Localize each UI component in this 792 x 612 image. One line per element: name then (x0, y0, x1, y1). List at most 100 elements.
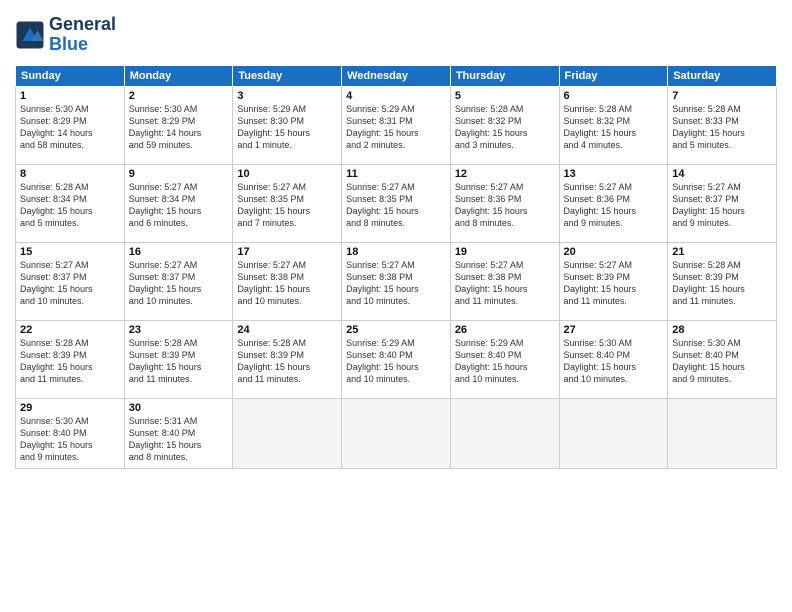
day-number: 24 (237, 324, 337, 336)
logo-text: General Blue (49, 15, 116, 55)
calendar-cell: 4Sunrise: 5:29 AM Sunset: 8:31 PM Daylig… (342, 86, 451, 164)
calendar-cell: 9Sunrise: 5:27 AM Sunset: 8:34 PM Daylig… (124, 164, 233, 242)
day-info: Sunrise: 5:28 AM Sunset: 8:39 PM Dayligh… (237, 337, 337, 386)
day-number: 8 (20, 168, 120, 180)
day-info: Sunrise: 5:27 AM Sunset: 8:37 PM Dayligh… (672, 181, 772, 230)
calendar-cell: 10Sunrise: 5:27 AM Sunset: 8:35 PM Dayli… (233, 164, 342, 242)
day-header-tuesday: Tuesday (233, 65, 342, 86)
day-info: Sunrise: 5:29 AM Sunset: 8:40 PM Dayligh… (346, 337, 446, 386)
day-header-sunday: Sunday (16, 65, 125, 86)
day-number: 6 (564, 90, 664, 102)
day-number: 20 (564, 246, 664, 258)
day-header-saturday: Saturday (668, 65, 777, 86)
day-number: 28 (672, 324, 772, 336)
day-number: 16 (129, 246, 229, 258)
calendar-cell: 6Sunrise: 5:28 AM Sunset: 8:32 PM Daylig… (559, 86, 668, 164)
calendar-cell: 29Sunrise: 5:30 AM Sunset: 8:40 PM Dayli… (16, 398, 125, 468)
day-info: Sunrise: 5:28 AM Sunset: 8:33 PM Dayligh… (672, 103, 772, 152)
calendar-cell (342, 398, 451, 468)
calendar-cell: 18Sunrise: 5:27 AM Sunset: 8:38 PM Dayli… (342, 242, 451, 320)
day-number: 27 (564, 324, 664, 336)
day-info: Sunrise: 5:27 AM Sunset: 8:38 PM Dayligh… (237, 259, 337, 308)
page-header: General Blue (15, 15, 777, 55)
day-number: 1 (20, 90, 120, 102)
day-header-friday: Friday (559, 65, 668, 86)
day-number: 3 (237, 90, 337, 102)
day-info: Sunrise: 5:28 AM Sunset: 8:39 PM Dayligh… (20, 337, 120, 386)
day-number: 7 (672, 90, 772, 102)
calendar-cell (668, 398, 777, 468)
day-info: Sunrise: 5:27 AM Sunset: 8:38 PM Dayligh… (455, 259, 555, 308)
day-info: Sunrise: 5:30 AM Sunset: 8:29 PM Dayligh… (20, 103, 120, 152)
calendar-cell: 5Sunrise: 5:28 AM Sunset: 8:32 PM Daylig… (450, 86, 559, 164)
calendar-cell: 28Sunrise: 5:30 AM Sunset: 8:40 PM Dayli… (668, 320, 777, 398)
day-info: Sunrise: 5:27 AM Sunset: 8:36 PM Dayligh… (564, 181, 664, 230)
calendar-cell: 24Sunrise: 5:28 AM Sunset: 8:39 PM Dayli… (233, 320, 342, 398)
day-info: Sunrise: 5:27 AM Sunset: 8:35 PM Dayligh… (346, 181, 446, 230)
day-info: Sunrise: 5:30 AM Sunset: 8:40 PM Dayligh… (672, 337, 772, 386)
calendar-cell: 8Sunrise: 5:28 AM Sunset: 8:34 PM Daylig… (16, 164, 125, 242)
day-header-thursday: Thursday (450, 65, 559, 86)
day-number: 9 (129, 168, 229, 180)
calendar-cell: 15Sunrise: 5:27 AM Sunset: 8:37 PM Dayli… (16, 242, 125, 320)
day-info: Sunrise: 5:29 AM Sunset: 8:31 PM Dayligh… (346, 103, 446, 152)
calendar-cell: 3Sunrise: 5:29 AM Sunset: 8:30 PM Daylig… (233, 86, 342, 164)
day-info: Sunrise: 5:28 AM Sunset: 8:39 PM Dayligh… (129, 337, 229, 386)
logo-icon (15, 20, 45, 50)
day-number: 12 (455, 168, 555, 180)
day-info: Sunrise: 5:27 AM Sunset: 8:37 PM Dayligh… (129, 259, 229, 308)
day-number: 10 (237, 168, 337, 180)
calendar-cell: 30Sunrise: 5:31 AM Sunset: 8:40 PM Dayli… (124, 398, 233, 468)
day-info: Sunrise: 5:27 AM Sunset: 8:37 PM Dayligh… (20, 259, 120, 308)
calendar-cell: 7Sunrise: 5:28 AM Sunset: 8:33 PM Daylig… (668, 86, 777, 164)
day-header-wednesday: Wednesday (342, 65, 451, 86)
day-number: 30 (129, 402, 229, 414)
day-number: 18 (346, 246, 446, 258)
day-number: 2 (129, 90, 229, 102)
day-number: 17 (237, 246, 337, 258)
day-number: 25 (346, 324, 446, 336)
calendar-cell: 12Sunrise: 5:27 AM Sunset: 8:36 PM Dayli… (450, 164, 559, 242)
calendar-cell: 16Sunrise: 5:27 AM Sunset: 8:37 PM Dayli… (124, 242, 233, 320)
calendar-cell: 2Sunrise: 5:30 AM Sunset: 8:29 PM Daylig… (124, 86, 233, 164)
day-info: Sunrise: 5:28 AM Sunset: 8:32 PM Dayligh… (455, 103, 555, 152)
calendar-cell: 22Sunrise: 5:28 AM Sunset: 8:39 PM Dayli… (16, 320, 125, 398)
day-info: Sunrise: 5:28 AM Sunset: 8:34 PM Dayligh… (20, 181, 120, 230)
day-info: Sunrise: 5:31 AM Sunset: 8:40 PM Dayligh… (129, 415, 229, 464)
day-info: Sunrise: 5:30 AM Sunset: 8:29 PM Dayligh… (129, 103, 229, 152)
calendar-cell: 20Sunrise: 5:27 AM Sunset: 8:39 PM Dayli… (559, 242, 668, 320)
calendar-cell: 19Sunrise: 5:27 AM Sunset: 8:38 PM Dayli… (450, 242, 559, 320)
day-number: 22 (20, 324, 120, 336)
day-info: Sunrise: 5:27 AM Sunset: 8:34 PM Dayligh… (129, 181, 229, 230)
calendar-cell: 14Sunrise: 5:27 AM Sunset: 8:37 PM Dayli… (668, 164, 777, 242)
calendar-cell: 17Sunrise: 5:27 AM Sunset: 8:38 PM Dayli… (233, 242, 342, 320)
day-info: Sunrise: 5:28 AM Sunset: 8:32 PM Dayligh… (564, 103, 664, 152)
day-info: Sunrise: 5:27 AM Sunset: 8:35 PM Dayligh… (237, 181, 337, 230)
calendar-cell (559, 398, 668, 468)
calendar-cell (450, 398, 559, 468)
day-info: Sunrise: 5:29 AM Sunset: 8:30 PM Dayligh… (237, 103, 337, 152)
day-header-monday: Monday (124, 65, 233, 86)
calendar-cell: 13Sunrise: 5:27 AM Sunset: 8:36 PM Dayli… (559, 164, 668, 242)
day-info: Sunrise: 5:30 AM Sunset: 8:40 PM Dayligh… (20, 415, 120, 464)
calendar-cell: 11Sunrise: 5:27 AM Sunset: 8:35 PM Dayli… (342, 164, 451, 242)
day-number: 26 (455, 324, 555, 336)
day-number: 13 (564, 168, 664, 180)
day-info: Sunrise: 5:27 AM Sunset: 8:38 PM Dayligh… (346, 259, 446, 308)
day-number: 11 (346, 168, 446, 180)
day-number: 14 (672, 168, 772, 180)
day-number: 21 (672, 246, 772, 258)
calendar-cell: 25Sunrise: 5:29 AM Sunset: 8:40 PM Dayli… (342, 320, 451, 398)
day-number: 5 (455, 90, 555, 102)
calendar-cell: 23Sunrise: 5:28 AM Sunset: 8:39 PM Dayli… (124, 320, 233, 398)
calendar-cell: 26Sunrise: 5:29 AM Sunset: 8:40 PM Dayli… (450, 320, 559, 398)
day-info: Sunrise: 5:30 AM Sunset: 8:40 PM Dayligh… (564, 337, 664, 386)
day-number: 4 (346, 90, 446, 102)
day-info: Sunrise: 5:28 AM Sunset: 8:39 PM Dayligh… (672, 259, 772, 308)
day-number: 15 (20, 246, 120, 258)
day-number: 23 (129, 324, 229, 336)
day-info: Sunrise: 5:29 AM Sunset: 8:40 PM Dayligh… (455, 337, 555, 386)
day-info: Sunrise: 5:27 AM Sunset: 8:39 PM Dayligh… (564, 259, 664, 308)
calendar-cell: 21Sunrise: 5:28 AM Sunset: 8:39 PM Dayli… (668, 242, 777, 320)
day-number: 19 (455, 246, 555, 258)
